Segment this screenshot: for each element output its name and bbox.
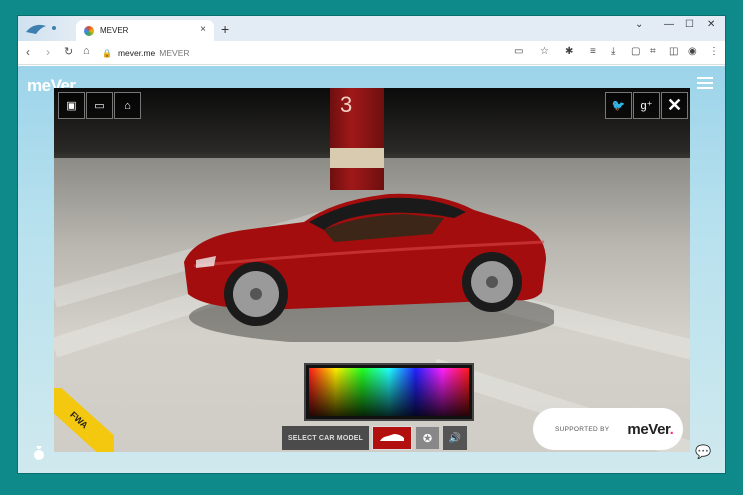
speaker-icon: 🔊 [448,432,462,444]
close-window-button[interactable]: ✕ [707,19,715,30]
color-spectrum[interactable] [309,368,469,416]
mever-favicon-icon [84,25,94,36]
body-color-button[interactable] [372,426,412,450]
select-car-model-button[interactable]: SELECT CAR MODEL [282,426,369,450]
tab-mever[interactable]: MEVER × [76,20,214,41]
url-field[interactable]: 🔒 mever.me MEVER [102,45,190,61]
download-icon[interactable]: ⤓ [611,46,615,57]
pillar-number: 3 [340,92,353,117]
car-silhouette-icon [380,434,404,441]
tab-title: MEVER [100,26,129,35]
fullscreen-icon: ▣ [66,100,77,112]
lock-icon: 🔒 [102,48,112,58]
url-page-title: MEVER [159,48,190,58]
car-configurator-stage[interactable]: 3 ▣ ▭ ⌂ 🐦 g⁺ ✕ SELECT CAR MODEL ✪ 🔊 [54,88,690,452]
collections-icon[interactable]: ▢ [631,46,640,57]
twitter-bird-icon: 🐦 [611,100,626,112]
close-x-icon: ✕ [666,95,683,115]
minimize-button[interactable]: — [664,19,674,30]
video-camera-icon: ▭ [94,100,105,112]
reading-list-icon[interactable]: ≡ [590,46,596,57]
home-view-button[interactable]: ⌂ [114,92,141,119]
cast-icon[interactable]: ▭ [514,46,523,57]
sound-toggle-button[interactable]: 🔊 [443,426,467,450]
url-domain: mever.me [117,48,156,58]
maximize-button[interactable]: ☐ [685,19,694,30]
house-icon: ⌂ [124,99,131,112]
supported-logo: meVer. [627,420,674,438]
tab-close-icon[interactable]: × [200,24,206,35]
tab-bar: MEVER × + ⌄ — ☐ ✕ [18,16,725,41]
wheel-icon: ✪ [422,432,433,445]
fullscreen-button[interactable]: ▣ [58,92,85,119]
hamburger-menu-icon[interactable] [697,77,713,92]
more-menu-icon[interactable]: ⋮ [709,46,719,57]
browser-window: MEVER × + ⌄ — ☐ ✕ ‹ › ↻ ⌂ 🔒 mever.me MEV… [18,16,725,473]
home-icon[interactable]: ⌂ [83,45,90,57]
wheel-select-button[interactable]: ✪ [415,426,440,450]
camera-button[interactable]: ▭ [86,92,113,119]
profile-icon[interactable]: ◉ [688,46,697,57]
garage-pillar: 3 [330,88,384,190]
split-view-icon[interactable]: ◫ [669,46,678,57]
supported-by-badge[interactable]: SUPPORTED BY meVer. [533,408,683,450]
close-configurator-button[interactable]: ✕ [661,92,688,119]
favorites-star-icon[interactable]: ☆ [540,46,549,57]
address-bar: ‹ › ↻ ⌂ 🔒 mever.me MEVER ▭ ☆ ✱ ≡ ⤓ ▢ ⌗ ◫… [18,41,725,65]
google-plus-share-button[interactable]: g⁺ [633,92,660,119]
os-wallpaper-logo [24,20,68,38]
forward-icon[interactable]: › [46,45,50,59]
fwa-badge[interactable]: FWA [54,388,114,452]
extensions-icon[interactable]: ✱ [565,46,573,57]
screenshot-icon[interactable]: ⌗ [650,46,656,57]
fwa-badge-label: FWA [54,388,114,452]
bird-logo-icon [26,24,56,34]
page-content: meVer. 3 ▣ ▭ ⌂ 🐦 g⁺ ✕ SELECT CAR MODEL ✪… [18,66,725,473]
money-bag-icon[interactable] [32,444,46,460]
back-icon[interactable]: ‹ [26,45,30,59]
supported-by-label: SUPPORTED BY [555,425,610,433]
tab-search-dropdown-icon[interactable]: ⌄ [635,19,643,30]
color-picker[interactable] [304,363,474,421]
chat-bubble-icon[interactable]: 💬 [695,444,711,460]
twitter-share-button[interactable]: 🐦 [605,92,632,119]
red-car-model [184,193,554,342]
google-plus-icon: g⁺ [640,100,653,112]
new-tab-button[interactable]: + [221,21,229,37]
reload-icon[interactable]: ↻ [64,45,73,58]
